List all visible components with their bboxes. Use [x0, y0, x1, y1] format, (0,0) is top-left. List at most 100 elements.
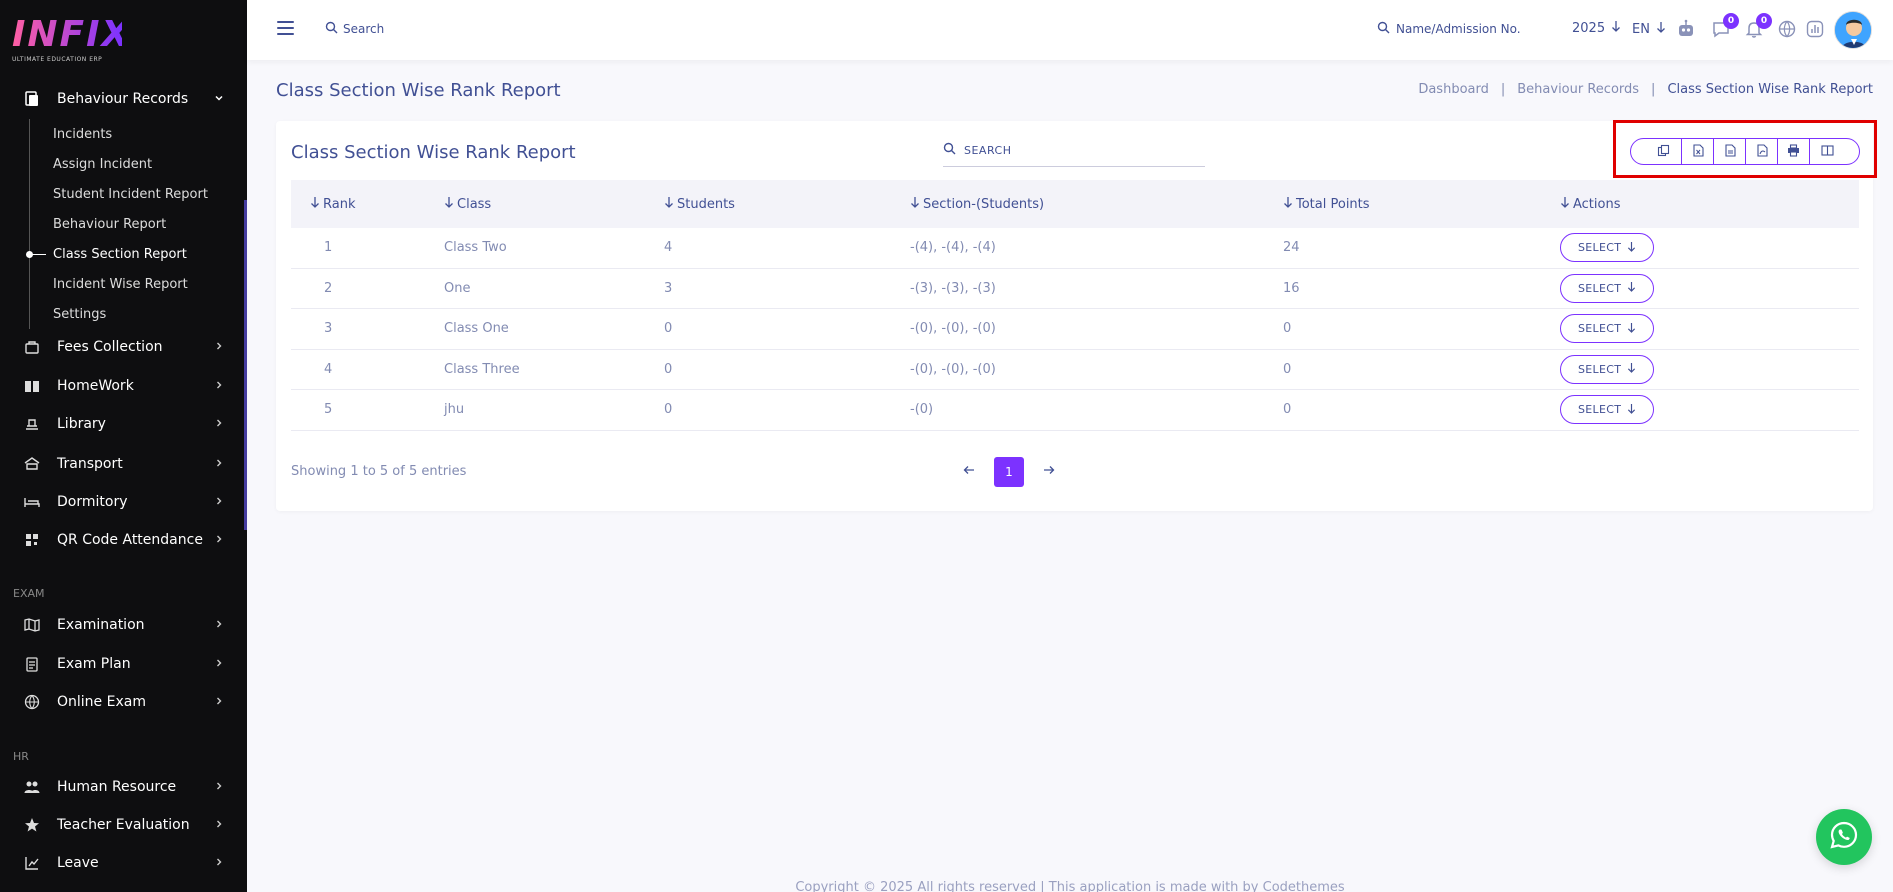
pdf-icon: [1756, 142, 1768, 161]
sidebar-scrollbar[interactable]: [244, 200, 247, 530]
language-select[interactable]: EN: [1632, 21, 1666, 37]
previous-page-icon[interactable]: [960, 464, 978, 480]
sidebar-item-label: Library: [57, 416, 106, 432]
chevron-right-icon: [213, 818, 225, 834]
page-1-button[interactable]: 1: [994, 457, 1024, 487]
cell-total-points: 0: [1283, 361, 1292, 377]
print-button[interactable]: [1777, 139, 1809, 164]
breadcrumb-behaviour-records[interactable]: Behaviour Records: [1517, 82, 1639, 97]
breadcrumb-dashboard[interactable]: Dashboard: [1418, 82, 1489, 97]
column-header-total-points[interactable]: Total Points: [1283, 196, 1560, 212]
select-button-label: SELECT: [1578, 281, 1622, 295]
bell-icon[interactable]: 0: [1744, 13, 1772, 39]
csv-button[interactable]: [1713, 139, 1745, 164]
columns-button[interactable]: [1809, 139, 1859, 164]
breadcrumb: Dashboard | Behaviour Records | Class Se…: [1418, 82, 1873, 97]
cell-students: 0: [664, 402, 673, 418]
sidebar-item-teacher-evaluation[interactable]: Teacher Evaluation: [0, 811, 247, 839]
column-header-students[interactable]: Students: [664, 196, 910, 212]
sidebar-item-examination[interactable]: Examination: [0, 611, 247, 639]
sidebar-item-behaviour-records[interactable]: Behaviour Records: [0, 86, 247, 112]
search-icon: [943, 142, 956, 158]
submenu-item-student-incident-report[interactable]: Student Incident Report: [30, 179, 229, 209]
cell-students: 0: [664, 321, 673, 337]
sidebar-item-leave[interactable]: Leave: [0, 849, 247, 877]
sidebar-item-fees-collection[interactable]: Fees Collection: [0, 333, 247, 361]
table-row: 5 jhu 0 -(0) 0 SELECT: [291, 390, 1859, 431]
cell-section: -(0), -(0), -(0): [910, 321, 996, 337]
submenu-item-incident-wise-report[interactable]: Incident Wise Report: [30, 269, 229, 299]
book-icon: [24, 378, 40, 394]
column-header-label: Total Points: [1296, 196, 1370, 212]
pagination: 1: [960, 457, 1058, 487]
global-search[interactable]: Search: [325, 21, 384, 37]
leave-icon: [24, 855, 40, 871]
submenu-item-incidents[interactable]: Incidents: [30, 119, 229, 149]
select-button[interactable]: SELECT: [1560, 314, 1655, 344]
column-header-class[interactable]: Class: [444, 196, 664, 212]
sidebar-item-human-resource[interactable]: Human Resource: [0, 773, 247, 801]
chat-icon[interactable]: 0: [1711, 13, 1739, 39]
admission-search[interactable]: Name/Admission No.: [1377, 21, 1521, 37]
chevron-right-icon: [213, 695, 225, 711]
logo[interactable]: INFIX ULTIMATE EDUCATION ERP: [12, 14, 132, 66]
arrow-down-icon: [1627, 403, 1636, 417]
analytics-icon[interactable]: [1805, 19, 1825, 39]
sidebar-item-label: HomeWork: [57, 378, 134, 394]
copy-icon: [1657, 142, 1670, 161]
csv-icon: [1724, 142, 1736, 161]
sidebar-item-online-exam[interactable]: Online Exam: [0, 688, 247, 716]
sidebar-item-library[interactable]: Library: [0, 410, 247, 438]
logo-text: INFIX: [12, 14, 132, 55]
user-avatar[interactable]: [1834, 11, 1872, 49]
users-icon: [24, 779, 40, 795]
sidebar-item-label: Fees Collection: [57, 339, 163, 355]
sort-arrow-icon: [1560, 196, 1570, 212]
submenu-item-assign-incident[interactable]: Assign Incident: [30, 149, 229, 179]
cell-section: -(0), -(0), -(0): [910, 361, 996, 377]
globe-icon[interactable]: [1777, 19, 1797, 39]
select-button[interactable]: SELECT: [1560, 395, 1655, 425]
cell-total-points: 0: [1283, 402, 1292, 418]
year-select[interactable]: 2025: [1572, 20, 1621, 36]
fees-icon: [24, 339, 40, 355]
sidebar-item-exam-plan[interactable]: Exam Plan: [0, 650, 247, 678]
submenu-item-behaviour-report[interactable]: Behaviour Report: [30, 209, 229, 239]
excel-button[interactable]: [1681, 139, 1713, 164]
column-header-label: Actions: [1573, 196, 1621, 212]
chevron-right-icon: [213, 533, 225, 549]
chevron-right-icon: [213, 457, 225, 473]
column-header-section[interactable]: Section-(Students): [910, 196, 1283, 212]
arrow-down-icon: [1627, 241, 1636, 255]
column-header-rank[interactable]: Rank: [291, 196, 444, 212]
sidebar-item-qr-code-attendance[interactable]: QR Code Attendance: [0, 526, 247, 554]
whatsapp-button[interactable]: [1816, 809, 1872, 865]
cell-students: 3: [664, 280, 673, 296]
table-search-input[interactable]: [964, 143, 1164, 157]
cell-actions: SELECT: [1560, 273, 1859, 303]
cell-class: One: [444, 280, 471, 296]
copy-button[interactable]: [1631, 139, 1681, 164]
select-button[interactable]: SELECT: [1560, 273, 1655, 303]
menu-toggle-icon[interactable]: [277, 21, 294, 39]
table-header: Rank Class Students Section-(Students) T…: [291, 180, 1859, 228]
cell-rank: 2: [324, 280, 333, 296]
sort-arrow-icon: [910, 196, 920, 212]
select-button[interactable]: SELECT: [1560, 233, 1655, 263]
sort-arrow-icon: [664, 196, 674, 212]
cell-total-points: 16: [1283, 280, 1300, 296]
robot-icon[interactable]: [1676, 19, 1696, 39]
submenu-item-class-section-report[interactable]: Class Section Report: [26, 239, 229, 269]
submenu-item-settings[interactable]: Settings: [30, 299, 229, 329]
sidebar-item-dormitory[interactable]: Dormitory: [0, 488, 247, 516]
column-header-actions[interactable]: Actions: [1560, 196, 1859, 212]
sidebar-item-transport[interactable]: Transport: [0, 450, 247, 478]
cell-students: 0: [664, 361, 673, 377]
table-row: 1 Class Two 4 -(4), -(4), -(4) 24 SELECT: [291, 228, 1859, 269]
select-button[interactable]: SELECT: [1560, 354, 1655, 384]
sidebar-item-homework[interactable]: HomeWork: [0, 372, 247, 400]
sidebar-item-label: Leave: [57, 855, 99, 871]
next-page-icon[interactable]: [1040, 464, 1058, 480]
pdf-button[interactable]: [1745, 139, 1777, 164]
chevron-right-icon: [213, 379, 225, 395]
